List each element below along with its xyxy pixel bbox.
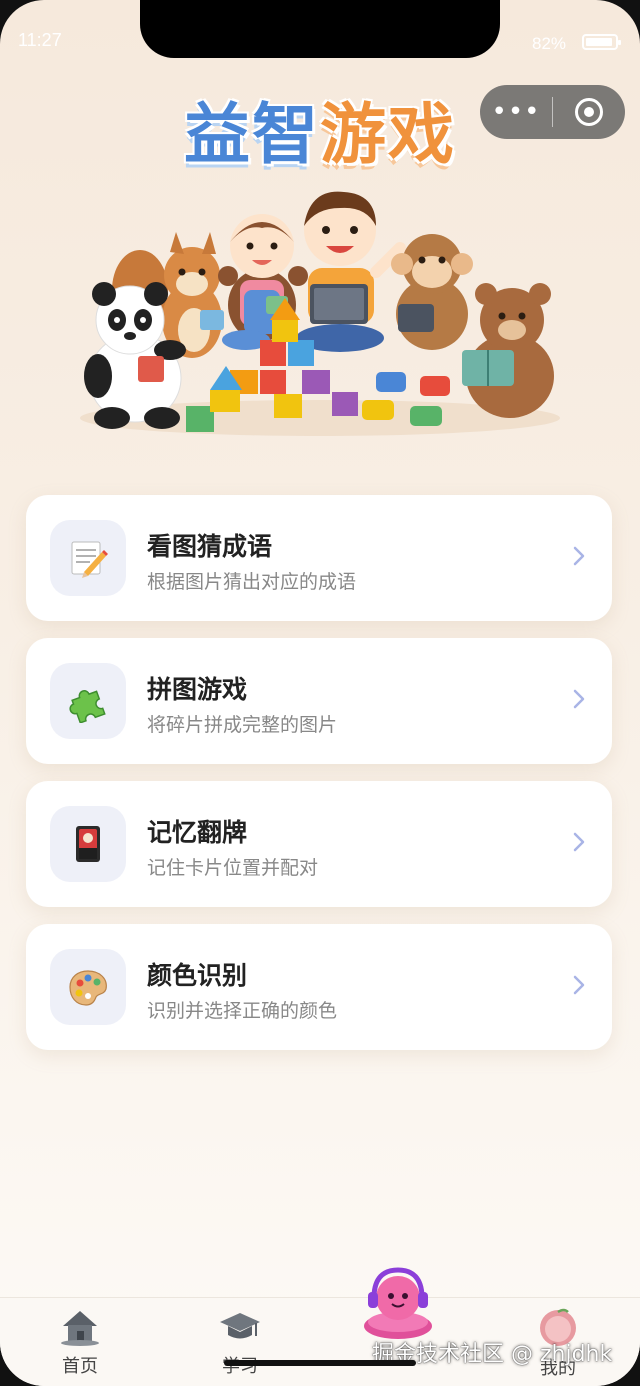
graduation-cap-icon [220, 1313, 260, 1339]
home-indicator[interactable] [224, 1360, 416, 1366]
game-card-color[interactable]: 颜色识别 识别并选择正确的颜色 [26, 924, 612, 1050]
title-part-2: 游戏 [320, 96, 456, 173]
palette-icon [50, 949, 126, 1025]
game-description: 识别并选择正确的颜色 [147, 1000, 338, 1022]
title-part-1: 益智 [184, 96, 320, 173]
battery-icon [582, 34, 621, 50]
target-icon[interactable] [553, 98, 625, 126]
memo-pencil-icon [50, 520, 126, 596]
puzzle-piece-icon [50, 663, 126, 739]
more-dots-icon[interactable]: ••• [480, 85, 552, 139]
tab-home[interactable]: 首页 [30, 1308, 130, 1378]
chevron-right-icon [573, 689, 585, 709]
game-card-puzzle[interactable]: 拼图游戏 将碎片拼成完整的图片 [26, 638, 612, 764]
boy-illustration [296, 191, 406, 352]
tab-label: 首页 [62, 1356, 98, 1377]
kids-animals-illustration [80, 191, 560, 436]
miniprogram-capsule: ••• [480, 85, 625, 139]
status-time: 11:27 [18, 30, 62, 50]
bear-illustration [462, 283, 554, 418]
device-notch [140, 0, 500, 58]
game-title: 看图猜成语 [147, 532, 273, 561]
game-title: 颜色识别 [147, 961, 248, 990]
house-icon [61, 1311, 99, 1346]
flower-card-icon [50, 806, 126, 882]
tab-study[interactable]: 学习 [190, 1308, 290, 1378]
game-description: 根据图片猜出对应的成语 [147, 571, 357, 593]
chevron-right-icon [573, 832, 585, 852]
headphone-mascot-icon [364, 1267, 432, 1339]
game-title: 记忆翻牌 [147, 818, 248, 847]
game-card-idiom[interactable]: 看图猜成语 根据图片猜出对应的成语 [26, 495, 612, 621]
game-description: 将碎片拼成完整的图片 [147, 714, 338, 736]
battery-percent: 82% [532, 34, 567, 53]
game-description: 记住卡片位置并配对 [147, 857, 319, 879]
chevron-right-icon [573, 546, 585, 566]
game-title: 拼图游戏 [147, 675, 248, 704]
phone-screen: 11:27 82% ••• 益智 游戏 看图猜成语 根据图片猜出对应的成语 拼图… [0, 0, 640, 1386]
page-title-logo: 益智 游戏 [160, 84, 480, 174]
chevron-right-icon [573, 975, 585, 995]
game-card-memory[interactable]: 记忆翻牌 记住卡片位置并配对 [26, 781, 612, 907]
